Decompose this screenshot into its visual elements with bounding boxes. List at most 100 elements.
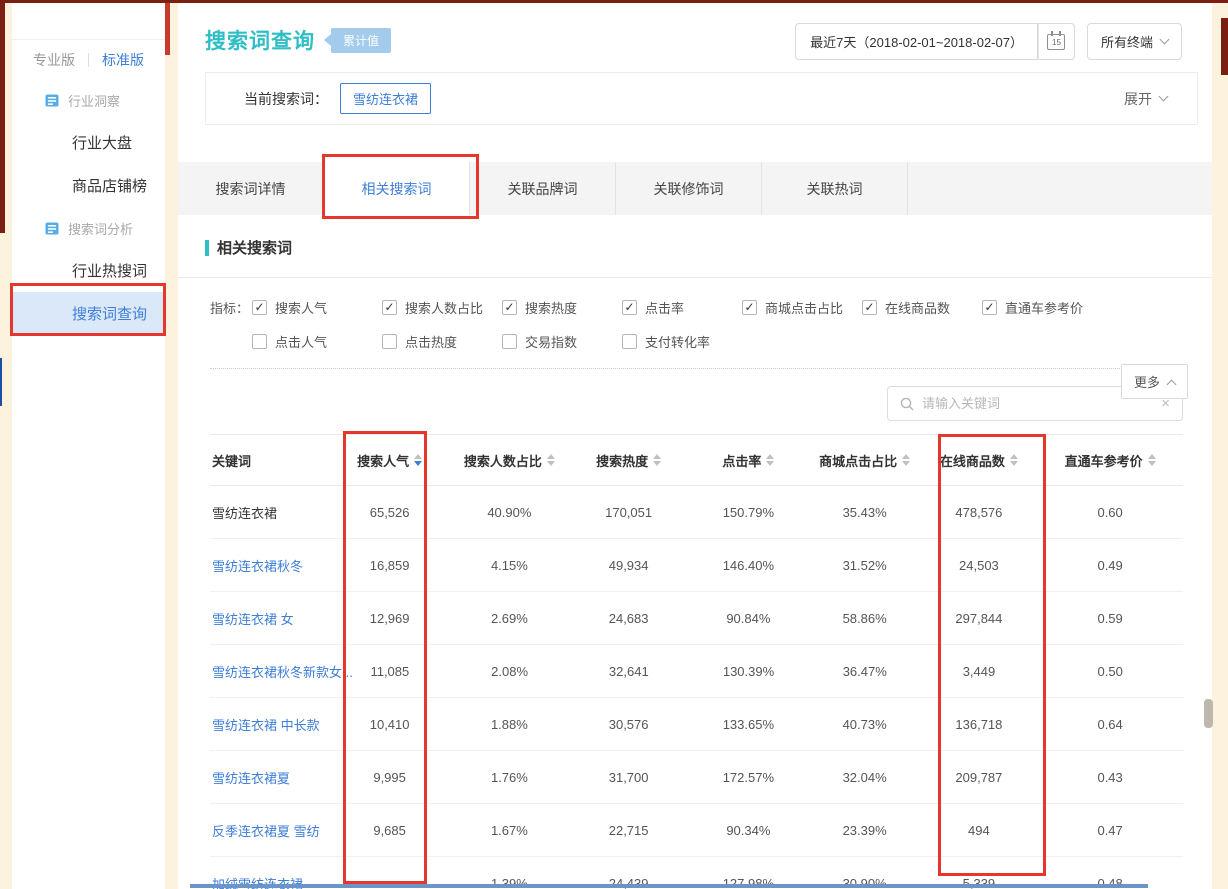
keyword-link[interactable]: 雪纺连衣裙秋冬 (212, 556, 303, 575)
sidebar-version-tab-0[interactable]: 专业版 (33, 50, 75, 70)
value-cell: 24,503 (921, 558, 1038, 573)
column-header-label: 搜索人数占比 (464, 451, 542, 470)
sort-desc-icon (547, 461, 555, 466)
value-cell: 16,859 (330, 558, 450, 573)
horizontal-scrollbar[interactable] (190, 884, 1148, 888)
table-header-row: 关键词搜索人气搜索人数占比 搜索热度 点击率 商城点击占比 在线商品数直通车参考价 (210, 434, 1183, 486)
metric-checkbox-metrics-row1-5[interactable]: ✓ 在线商品数 (862, 298, 982, 317)
current-term-chip[interactable]: 雪纺连衣裙 (340, 83, 431, 114)
column-header-label: 商城点击占比 (819, 451, 897, 470)
value-cell: 297,844 (921, 611, 1038, 626)
keyword-link[interactable]: 雪纺连衣裙 中长款 (212, 715, 320, 734)
value-cell: 130.39% (688, 664, 809, 679)
sort-icon[interactable] (1148, 454, 1156, 466)
metric-checkbox-metrics-row2-0[interactable]: 点击人气 (252, 332, 382, 351)
value-cell: 49,934 (569, 558, 688, 573)
sort-icon[interactable] (902, 454, 910, 466)
sort-icon[interactable] (1010, 454, 1018, 466)
metric-checkbox-metrics-row2-1[interactable]: 点击热度 (382, 332, 502, 351)
tab-3[interactable]: 关联修饰词 (616, 162, 762, 215)
metric-checkbox-metrics-row1-4[interactable]: ✓商城点击占比 (742, 298, 862, 317)
calendar-button[interactable]: 15 (1038, 23, 1075, 60)
terminal-select-label: 所有终端 (1101, 32, 1153, 51)
keyword-table: 关键词搜索人气搜索人数占比 搜索热度 点击率 商城点击占比 在线商品数直通车参考价 雪纺… (210, 434, 1183, 889)
dotted-divider (210, 368, 1184, 369)
page-edge-left-bar (0, 0, 5, 233)
tab-1[interactable]: 相关搜索词 (324, 162, 470, 215)
sort-desc-icon (1010, 461, 1018, 466)
tab-4[interactable]: 关联热词 (762, 162, 908, 215)
sort-icon[interactable] (547, 454, 555, 466)
value-cell: 11,085 (330, 664, 450, 679)
more-button-label: 更多 (1134, 372, 1160, 391)
value-cell: 30,576 (569, 717, 688, 732)
current-term-bar: 当前搜索词： 雪纺连衣裙 展开 (205, 72, 1198, 125)
sidebar-group-label: 搜索词分析 (68, 219, 133, 238)
metric-checkbox-metrics-row1-3[interactable]: ✓点击率 (622, 298, 742, 317)
metric-label: 在线商品数 (885, 298, 950, 317)
keyword-cell: 雪纺连衣裙夏 (210, 768, 330, 787)
sort-icon[interactable] (414, 454, 422, 466)
sidebar-menu: 行业洞察行业大盘商品店铺榜搜索词分析行业热搜词搜索词查询 (12, 79, 165, 335)
tab-0[interactable]: 搜索词详情 (178, 162, 324, 215)
sidebar-item-4[interactable]: 行业热搜词 (12, 249, 165, 292)
value-cell: 65,526 (330, 505, 450, 520)
terminal-select[interactable]: 所有终端 (1087, 23, 1182, 60)
sidebar-group-3: 搜索词分析 (12, 207, 165, 249)
value-cell: 133.65% (688, 717, 809, 732)
expand-link[interactable]: 展开 (1124, 89, 1167, 109)
value-cell: 31,700 (569, 770, 688, 785)
checkbox-icon: ✓ (252, 300, 267, 315)
column-header-4[interactable]: 点击率 (688, 451, 809, 470)
table-row: 雪纺连衣裙秋冬新款女...11,0852.08%32,641130.39%36.… (210, 645, 1183, 698)
column-header-label: 点击率 (722, 451, 761, 470)
column-header-5[interactable]: 商城点击占比 (809, 451, 921, 470)
section-accent-bar (205, 240, 209, 256)
value-cell: 0.47 (1037, 823, 1183, 838)
value-cell: 209,787 (921, 770, 1038, 785)
date-range-button[interactable]: 最近7天（2018-02-01~2018-02-07） (795, 23, 1038, 60)
sidebar: 专业版标准版 行业洞察行业大盘商品店铺榜搜索词分析行业热搜词搜索词查询 (12, 3, 165, 889)
checkbox-icon (252, 334, 267, 349)
sidebar-item-2[interactable]: 商品店铺榜 (12, 164, 165, 207)
metric-checkbox-metrics-row1-0[interactable]: ✓搜索人气 (252, 298, 382, 317)
column-header-1[interactable]: 搜索人气 (330, 451, 450, 470)
metric-label: 搜索人数占比 (405, 298, 483, 317)
metric-checkbox-metrics-row1-2[interactable]: ✓搜索热度 (502, 298, 622, 317)
checkbox-icon: ✓ (742, 300, 757, 315)
value-cell: 0.60 (1037, 505, 1183, 520)
keyword-link[interactable]: 雪纺连衣裙夏 (212, 768, 290, 787)
value-cell: 1.76% (450, 770, 570, 785)
sidebar-item-1[interactable]: 行业大盘 (12, 121, 165, 164)
more-button[interactable]: 更多 (1121, 364, 1188, 399)
column-header-3[interactable]: 搜索热度 (569, 451, 688, 470)
metric-checkbox-metrics-row1-1[interactable]: ✓搜索人数占比 (382, 298, 502, 317)
metric-checkbox-metrics-row1-6[interactable]: ✓直通车参考价 (982, 298, 1112, 317)
keyword-text: 雪纺连衣裙 (212, 503, 277, 522)
table-row: 雪纺连衣裙 女12,9692.69%24,68390.84%58.86%297,… (210, 592, 1183, 645)
column-header-0: 关键词 (210, 451, 330, 470)
metric-checkbox-metrics-row2-2[interactable]: 交易指数 (502, 332, 622, 351)
keyword-link[interactable]: 反季连衣裙夏 雪纺 (212, 821, 320, 840)
keyword-cell: 雪纺连衣裙 中长款 (210, 715, 330, 734)
chevron-down-icon (1160, 35, 1170, 45)
sidebar-item-5[interactable]: 搜索词查询 (12, 292, 165, 335)
sort-desc-icon (414, 461, 422, 466)
sort-icon[interactable] (766, 454, 774, 466)
value-cell: 22,715 (569, 823, 688, 838)
sidebar-version-tab-1[interactable]: 标准版 (102, 50, 144, 70)
column-header-2[interactable]: 搜索人数占比 (450, 451, 570, 470)
checkbox-icon: ✓ (862, 300, 877, 315)
column-header-7[interactable]: 直通车参考价 (1037, 451, 1183, 470)
value-cell: 10,410 (330, 717, 450, 732)
sort-icon[interactable] (653, 454, 661, 466)
keyword-link[interactable]: 雪纺连衣裙 女 (212, 609, 294, 628)
sort-asc-icon (414, 454, 422, 459)
value-cell: 2.08% (450, 664, 570, 679)
metric-label: 点击率 (645, 298, 684, 317)
column-header-6[interactable]: 在线商品数 (921, 451, 1038, 470)
metric-checkbox-metrics-row2-3[interactable]: 支付转化率 (622, 332, 762, 351)
tab-2[interactable]: 关联品牌词 (470, 162, 616, 215)
value-cell: 136,718 (921, 717, 1038, 732)
scrollbar-thumb[interactable] (1204, 699, 1213, 728)
